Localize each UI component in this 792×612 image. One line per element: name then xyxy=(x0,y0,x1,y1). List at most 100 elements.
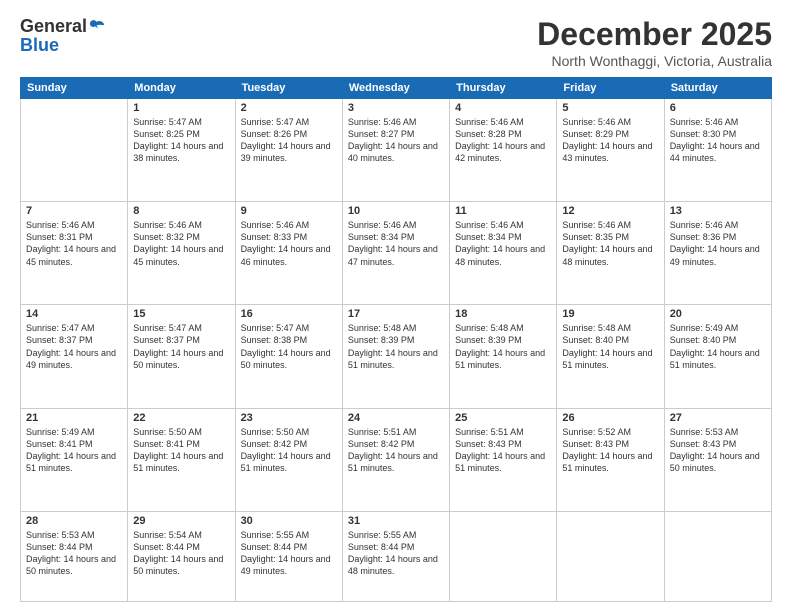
cell-info: Sunrise: 5:47 AMSunset: 8:25 PMDaylight:… xyxy=(133,116,229,165)
cell-info: Sunrise: 5:47 AMSunset: 8:37 PMDaylight:… xyxy=(26,322,122,371)
table-row: 14Sunrise: 5:47 AMSunset: 8:37 PMDayligh… xyxy=(21,305,128,408)
day-number: 2 xyxy=(241,102,337,114)
day-number: 15 xyxy=(133,308,229,320)
page: General Blue December 2025 North Wonthag… xyxy=(0,0,792,612)
cell-info: Sunrise: 5:46 AMSunset: 8:32 PMDaylight:… xyxy=(133,219,229,268)
table-row: 29 Sunrise: 5:54 AMSunset: 8:44 PMDayligh… xyxy=(128,511,235,601)
cell-info: Sunrise: 5:47 AMSunset: 8:37 PMDaylight:… xyxy=(133,322,229,371)
table-row: 3 Sunrise: 5:46 AMSunset: 8:27 PMDaylight… xyxy=(342,99,449,202)
location-title: North Wonthaggi, Victoria, Australia xyxy=(537,53,772,69)
cell-info: Sunrise: 5:46 AMSunset: 8:30 PMDaylight:… xyxy=(670,116,766,165)
calendar-week-row: 1 Sunrise: 5:47 AMSunset: 8:25 PMDaylight… xyxy=(21,99,772,202)
header-wednesday: Wednesday xyxy=(342,78,449,99)
day-number: 8 xyxy=(133,205,229,217)
day-number: 20 xyxy=(670,308,766,320)
day-number: 21 xyxy=(26,412,122,424)
weekday-header-row: Sunday Monday Tuesday Wednesday Thursday… xyxy=(21,78,772,99)
cell-info: Sunrise: 5:49 AMSunset: 8:41 PMDaylight:… xyxy=(26,426,122,475)
cell-info: Sunrise: 5:46 AMSunset: 8:29 PMDaylight:… xyxy=(562,116,658,165)
day-number: 23 xyxy=(241,412,337,424)
cell-info: Sunrise: 5:54 AMSunset: 8:44 PMDaylight:… xyxy=(133,529,229,578)
cell-info: Sunrise: 5:47 AMSunset: 8:26 PMDaylight:… xyxy=(241,116,337,165)
cell-info: Sunrise: 5:46 AMSunset: 8:31 PMDaylight:… xyxy=(26,219,122,268)
cell-info: Sunrise: 5:51 AMSunset: 8:43 PMDaylight:… xyxy=(455,426,551,475)
table-row xyxy=(664,511,771,601)
cell-info: Sunrise: 5:46 AMSunset: 8:36 PMDaylight:… xyxy=(670,219,766,268)
table-row: 10Sunrise: 5:46 AMSunset: 8:34 PMDayligh… xyxy=(342,202,449,305)
cell-info: Sunrise: 5:46 AMSunset: 8:34 PMDaylight:… xyxy=(348,219,444,268)
table-row: 15 Sunrise: 5:47 AMSunset: 8:37 PMDayligh… xyxy=(128,305,235,408)
table-row: 8 Sunrise: 5:46 AMSunset: 8:32 PMDaylight… xyxy=(128,202,235,305)
table-row: 17 Sunrise: 5:48 AMSunset: 8:39 PMDayligh… xyxy=(342,305,449,408)
cell-info: Sunrise: 5:48 AMSunset: 8:39 PMDaylight:… xyxy=(348,322,444,371)
table-row: 6Sunrise: 5:46 AMSunset: 8:30 PMDaylight… xyxy=(664,99,771,202)
table-row: 26 Sunrise: 5:52 AMSunset: 8:43 PMDayligh… xyxy=(557,408,664,511)
table-row: 2 Sunrise: 5:47 AMSunset: 8:26 PMDaylight… xyxy=(235,99,342,202)
calendar-week-row: 7 Sunrise: 5:46 AMSunset: 8:31 PMDaylight… xyxy=(21,202,772,305)
month-title: December 2025 xyxy=(537,16,772,53)
table-row: 21 Sunrise: 5:49 AMSunset: 8:41 PMDayligh… xyxy=(21,408,128,511)
table-row: 30Sunrise: 5:55 AMSunset: 8:44 PMDayligh… xyxy=(235,511,342,601)
day-number: 4 xyxy=(455,102,551,114)
calendar-week-row: 28 Sunrise: 5:53 AMSunset: 8:44 PMDayligh… xyxy=(21,511,772,601)
table-row: 16 Sunrise: 5:47 AMSunset: 8:38 PMDayligh… xyxy=(235,305,342,408)
header: General Blue December 2025 North Wonthag… xyxy=(20,16,772,69)
day-number: 7 xyxy=(26,205,122,217)
cell-info: Sunrise: 5:53 AMSunset: 8:44 PMDaylight:… xyxy=(26,529,122,578)
day-number: 1 xyxy=(133,102,229,114)
cell-info: Sunrise: 5:46 AMSunset: 8:33 PMDaylight:… xyxy=(241,219,337,268)
day-number: 19 xyxy=(562,308,658,320)
table-row: 13 Sunrise: 5:46 AMSunset: 8:36 PMDayligh… xyxy=(664,202,771,305)
table-row: 5 Sunrise: 5:46 AMSunset: 8:29 PMDaylight… xyxy=(557,99,664,202)
day-number: 26 xyxy=(562,412,658,424)
table-row: 19Sunrise: 5:48 AMSunset: 8:40 PMDayligh… xyxy=(557,305,664,408)
day-number: 3 xyxy=(348,102,444,114)
day-number: 30 xyxy=(241,515,337,527)
cell-info: Sunrise: 5:46 AMSunset: 8:34 PMDaylight:… xyxy=(455,219,551,268)
header-monday: Monday xyxy=(128,78,235,99)
table-row: 31Sunrise: 5:55 AMSunset: 8:44 PMDayligh… xyxy=(342,511,449,601)
table-row: 20Sunrise: 5:49 AMSunset: 8:40 PMDayligh… xyxy=(664,305,771,408)
day-number: 22 xyxy=(133,412,229,424)
day-number: 29 xyxy=(133,515,229,527)
logo-bird-icon xyxy=(89,18,107,36)
cell-info: Sunrise: 5:46 AMSunset: 8:35 PMDaylight:… xyxy=(562,219,658,268)
logo-general-text: General xyxy=(20,16,87,37)
day-number: 12 xyxy=(562,205,658,217)
day-number: 25 xyxy=(455,412,551,424)
table-row xyxy=(557,511,664,601)
cell-info: Sunrise: 5:50 AMSunset: 8:41 PMDaylight:… xyxy=(133,426,229,475)
cell-info: Sunrise: 5:48 AMSunset: 8:39 PMDaylight:… xyxy=(455,322,551,371)
day-number: 27 xyxy=(670,412,766,424)
header-friday: Friday xyxy=(557,78,664,99)
day-number: 17 xyxy=(348,308,444,320)
cell-info: Sunrise: 5:50 AMSunset: 8:42 PMDaylight:… xyxy=(241,426,337,475)
day-number: 28 xyxy=(26,515,122,527)
header-sunday: Sunday xyxy=(21,78,128,99)
header-thursday: Thursday xyxy=(450,78,557,99)
table-row: 9Sunrise: 5:46 AMSunset: 8:33 PMDaylight… xyxy=(235,202,342,305)
cell-info: Sunrise: 5:51 AMSunset: 8:42 PMDaylight:… xyxy=(348,426,444,475)
table-row: 11Sunrise: 5:46 AMSunset: 8:34 PMDayligh… xyxy=(450,202,557,305)
day-number: 16 xyxy=(241,308,337,320)
header-tuesday: Tuesday xyxy=(235,78,342,99)
table-row: 22 Sunrise: 5:50 AMSunset: 8:41 PMDayligh… xyxy=(128,408,235,511)
day-number: 18 xyxy=(455,308,551,320)
logo: General Blue xyxy=(20,16,107,56)
table-row xyxy=(450,511,557,601)
cell-info: Sunrise: 5:55 AMSunset: 8:44 PMDaylight:… xyxy=(348,529,444,578)
day-number: 5 xyxy=(562,102,658,114)
cell-info: Sunrise: 5:47 AMSunset: 8:38 PMDaylight:… xyxy=(241,322,337,371)
day-number: 13 xyxy=(670,205,766,217)
cell-info: Sunrise: 5:46 AMSunset: 8:27 PMDaylight:… xyxy=(348,116,444,165)
table-row: 18 Sunrise: 5:48 AMSunset: 8:39 PMDayligh… xyxy=(450,305,557,408)
table-row: 7 Sunrise: 5:46 AMSunset: 8:31 PMDaylight… xyxy=(21,202,128,305)
table-row: 25 Sunrise: 5:51 AMSunset: 8:43 PMDayligh… xyxy=(450,408,557,511)
day-number: 24 xyxy=(348,412,444,424)
logo-blue-text: Blue xyxy=(20,35,59,56)
cell-info: Sunrise: 5:53 AMSunset: 8:43 PMDaylight:… xyxy=(670,426,766,475)
calendar-week-row: 14Sunrise: 5:47 AMSunset: 8:37 PMDayligh… xyxy=(21,305,772,408)
table-row: 12 Sunrise: 5:46 AMSunset: 8:35 PMDayligh… xyxy=(557,202,664,305)
cell-info: Sunrise: 5:46 AMSunset: 8:28 PMDaylight:… xyxy=(455,116,551,165)
cell-info: Sunrise: 5:52 AMSunset: 8:43 PMDaylight:… xyxy=(562,426,658,475)
